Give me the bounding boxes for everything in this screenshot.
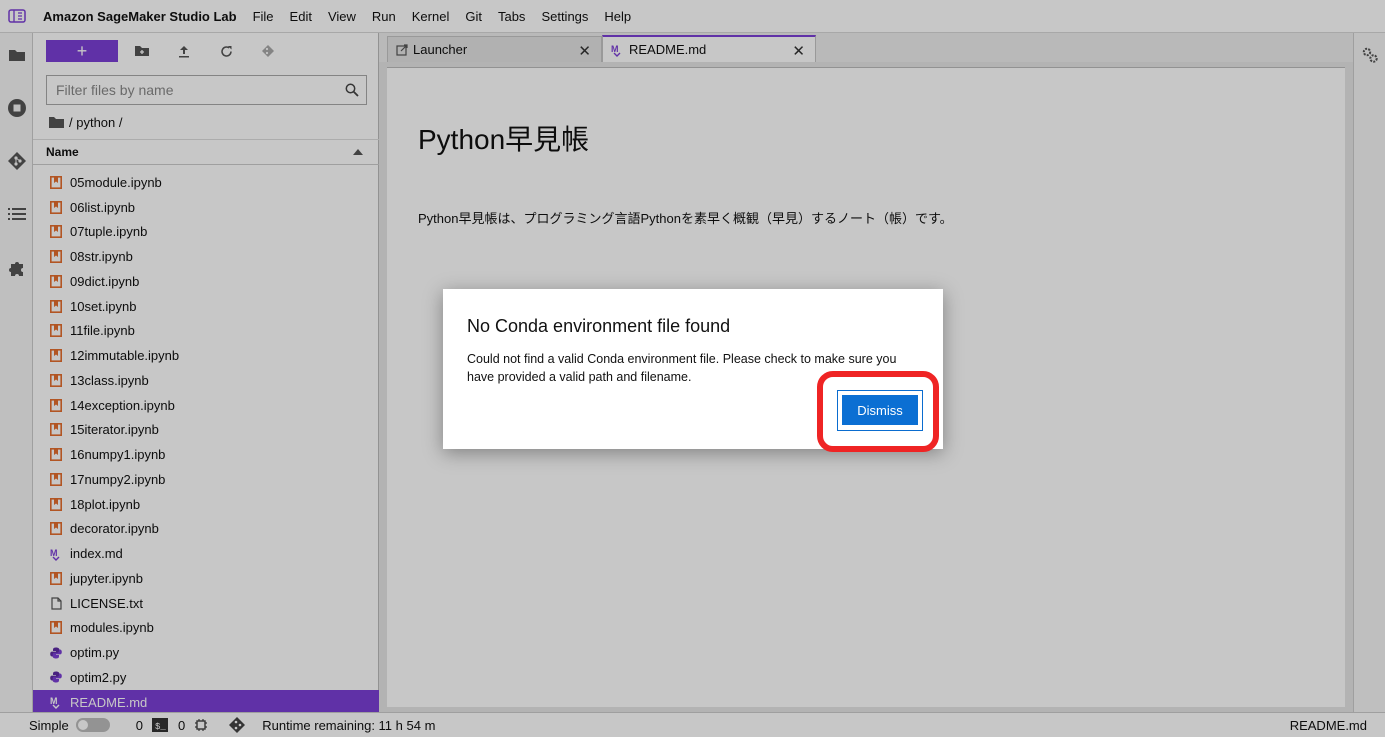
dialog-title: No Conda environment file found — [467, 316, 731, 336]
highlight-annotation — [817, 371, 939, 452]
